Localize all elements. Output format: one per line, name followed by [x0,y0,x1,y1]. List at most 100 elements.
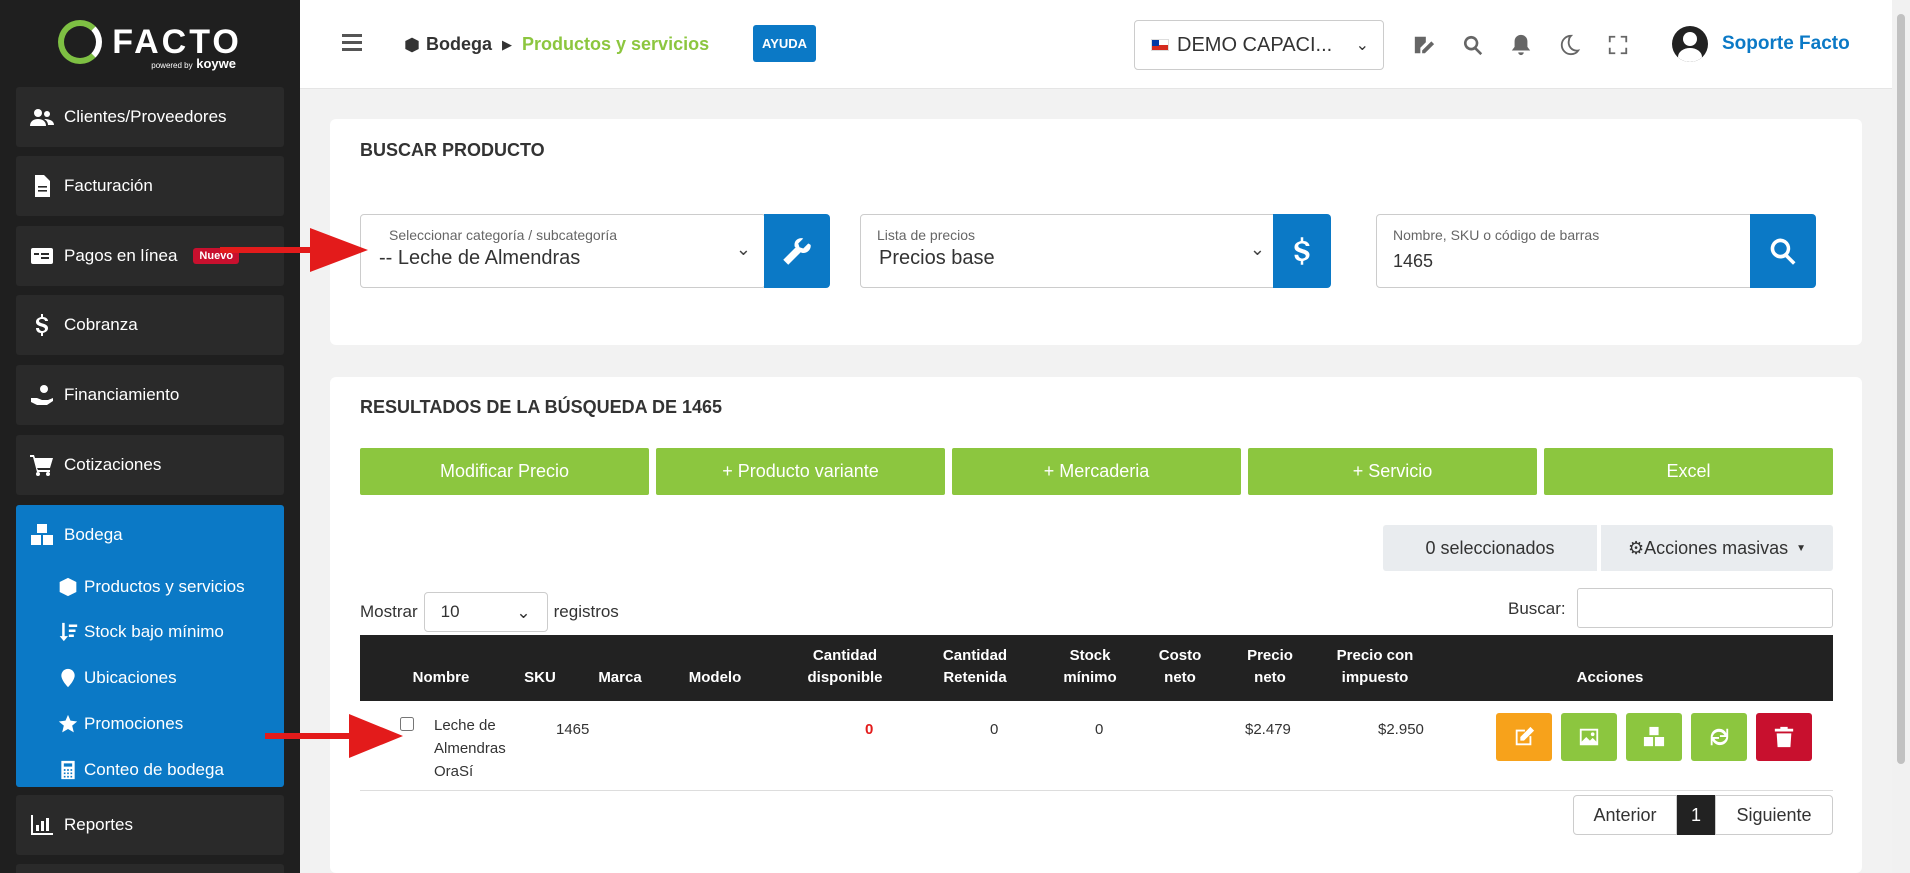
image-button[interactable] [1561,713,1617,761]
col-name[interactable]: Nombre [396,635,486,701]
sidebar-item-cotizaciones[interactable]: Cotizaciones [16,435,284,495]
pricelist-button[interactable] [1273,214,1331,288]
product-search-label: Nombre, SKU o código de barras [1393,227,1600,243]
breadcrumb-root[interactable]: Bodega [426,34,492,55]
stock-button[interactable] [1626,713,1682,761]
selected-count: 0 seleccionados [1383,525,1597,571]
user-menu[interactable]: Soporte Facto [1672,26,1850,62]
breadcrumb: Bodega ▶ Productos y servicios [404,34,709,55]
sidebar-item-next[interactable] [16,864,284,873]
chevron-down-icon: ⌄ [735,239,751,259]
facto-logo[interactable]: FACTO powered by koywe [0,0,300,84]
sidebar-sub-ubicaciones[interactable]: Ubicaciones [16,655,284,701]
user-name: Soporte Facto [1722,33,1850,54]
sidebar-item-label: Cotizaciones [64,455,162,474]
page-scrollbar[interactable] [1892,0,1910,873]
sidebar-item-bodega: Bodega Productos y servicios Stock bajo … [16,505,284,787]
mass-actions-button[interactable]: ⚙ Acciones masivas ▼ [1601,525,1833,571]
col-retained[interactable]: Cantidad Retenida [920,635,1030,701]
sidebar-item-clientes[interactable]: Clientes/Proveedores [16,87,284,147]
product-search-button[interactable] [1750,214,1816,288]
table-search-input[interactable] [1577,588,1833,628]
bell-icon[interactable] [1510,34,1532,56]
image-icon [1579,728,1599,746]
category-settings-button[interactable] [764,214,830,288]
pager-page-1[interactable]: 1 [1677,795,1715,835]
records-label: registros [553,602,619,621]
category-value: -- Leche de Almendras [379,247,581,269]
delete-button[interactable] [1756,713,1812,761]
moon-icon[interactable] [1559,34,1581,56]
add-variant-button[interactable]: + Producto variante [656,448,945,495]
breadcrumb-current: Productos y servicios [522,34,710,54]
annotation-arrow-icon [265,714,403,758]
sidebar-item-bodega-head[interactable]: Bodega [16,505,284,565]
sidebar-item-label: Cobranza [64,315,138,334]
annotation-arrow-icon [220,228,368,272]
brand-sub: koywe [196,56,236,71]
cube-icon [59,577,77,597]
sidebar-sub-promociones[interactable]: Promociones [16,701,284,747]
excel-button[interactable]: Excel [1544,448,1833,495]
table-header: Nombre SKU Marca Modelo Cantidad disponi… [360,635,1833,701]
hand-money-icon [31,385,53,405]
search-title: BUSCAR PRODUCTO [360,140,545,160]
col-model[interactable]: Modelo [660,635,770,701]
show-label: Mostrar [360,602,418,621]
dollar-icon [1294,237,1310,265]
breadcrumb-caret-icon: ▶ [502,36,513,52]
col-brand[interactable]: Marca [580,635,660,701]
cart-icon [30,455,53,476]
edit-button[interactable] [1496,713,1552,761]
company-select[interactable]: DEMO CAPACI... ⌄ [1134,20,1384,70]
gear-icon: ⚙ [1627,537,1645,558]
facto-logo-icon [58,20,103,64]
sidebar-sub-conteo[interactable]: Conteo de bodega [16,747,284,793]
pager-prev[interactable]: Anterior [1573,795,1677,835]
pricelist-select[interactable]: Lista de precios Precios base ⌄ [860,214,1280,288]
company-name: DEMO CAPACI... [1177,33,1333,56]
edit-doc-icon[interactable] [1413,34,1435,56]
chile-flag-icon [1151,39,1169,51]
scrollbar-thumb[interactable] [1897,14,1905,764]
sidebar-item-facturacion[interactable]: Facturación [16,156,284,216]
col-net-price[interactable]: Precio neto [1230,635,1310,701]
hamburger-icon[interactable] [342,34,362,52]
page-length-select[interactable]: 10 ⌄ [423,592,548,632]
col-available[interactable]: Cantidad disponible [780,635,910,701]
search-icon [1770,238,1796,265]
boxes-icon [31,524,53,545]
help-button[interactable]: AYUDA [753,25,817,62]
col-net-cost[interactable]: Costo neto [1145,635,1215,701]
sidebar-sub-stock[interactable]: Stock bajo mínimo [16,609,284,655]
cube-icon [405,37,419,52]
sidebar-item-label: Facturación [64,176,153,195]
calculator-icon [61,760,75,780]
col-min-stock[interactable]: Stock mínimo [1050,635,1130,701]
add-service-button[interactable]: + Servicio [1248,448,1537,495]
chart-icon [31,815,53,835]
search-icon[interactable] [1462,34,1484,56]
pager-next[interactable]: Siguiente [1715,795,1833,835]
product-search-field[interactable]: Nombre, SKU o código de barras 1465 [1376,214,1756,288]
table-row: Leche de Almendras OraSí 1465 0 0 0 $2.4… [360,701,1833,791]
col-tax-price[interactable]: Precio con impuesto [1320,635,1430,701]
product-search-value: 1465 [1393,251,1434,271]
cell-name: Leche de Almendras OraSí [434,717,506,780]
sidebar-item-financiamiento[interactable]: Financiamiento [16,365,284,425]
refresh-button[interactable] [1691,713,1747,761]
fullscreen-icon[interactable] [1607,34,1629,56]
results-title: RESULTADOS DE LA BÚSQUEDA DE 1465 [360,397,723,417]
col-actions: Acciones [1576,669,1644,686]
add-merchandise-button[interactable]: + Mercaderia [952,448,1241,495]
sidebar-item-reportes[interactable]: Reportes [16,795,284,855]
sort-down-icon [59,622,78,642]
sidebar-item-cobranza[interactable]: Cobranza [16,295,284,355]
sidebar-item-label: Bodega [64,525,123,544]
chevron-down-icon: ⌄ [1249,239,1265,259]
modify-price-button[interactable]: Modificar Precio [360,448,649,495]
chevron-down-icon: ⌄ [1355,37,1369,54]
sidebar-sub-productos[interactable]: Productos y servicios [16,565,284,609]
col-sku[interactable]: SKU [510,635,570,701]
category-select[interactable]: Seleccionar categoría / subcategoría -- … [360,214,766,288]
